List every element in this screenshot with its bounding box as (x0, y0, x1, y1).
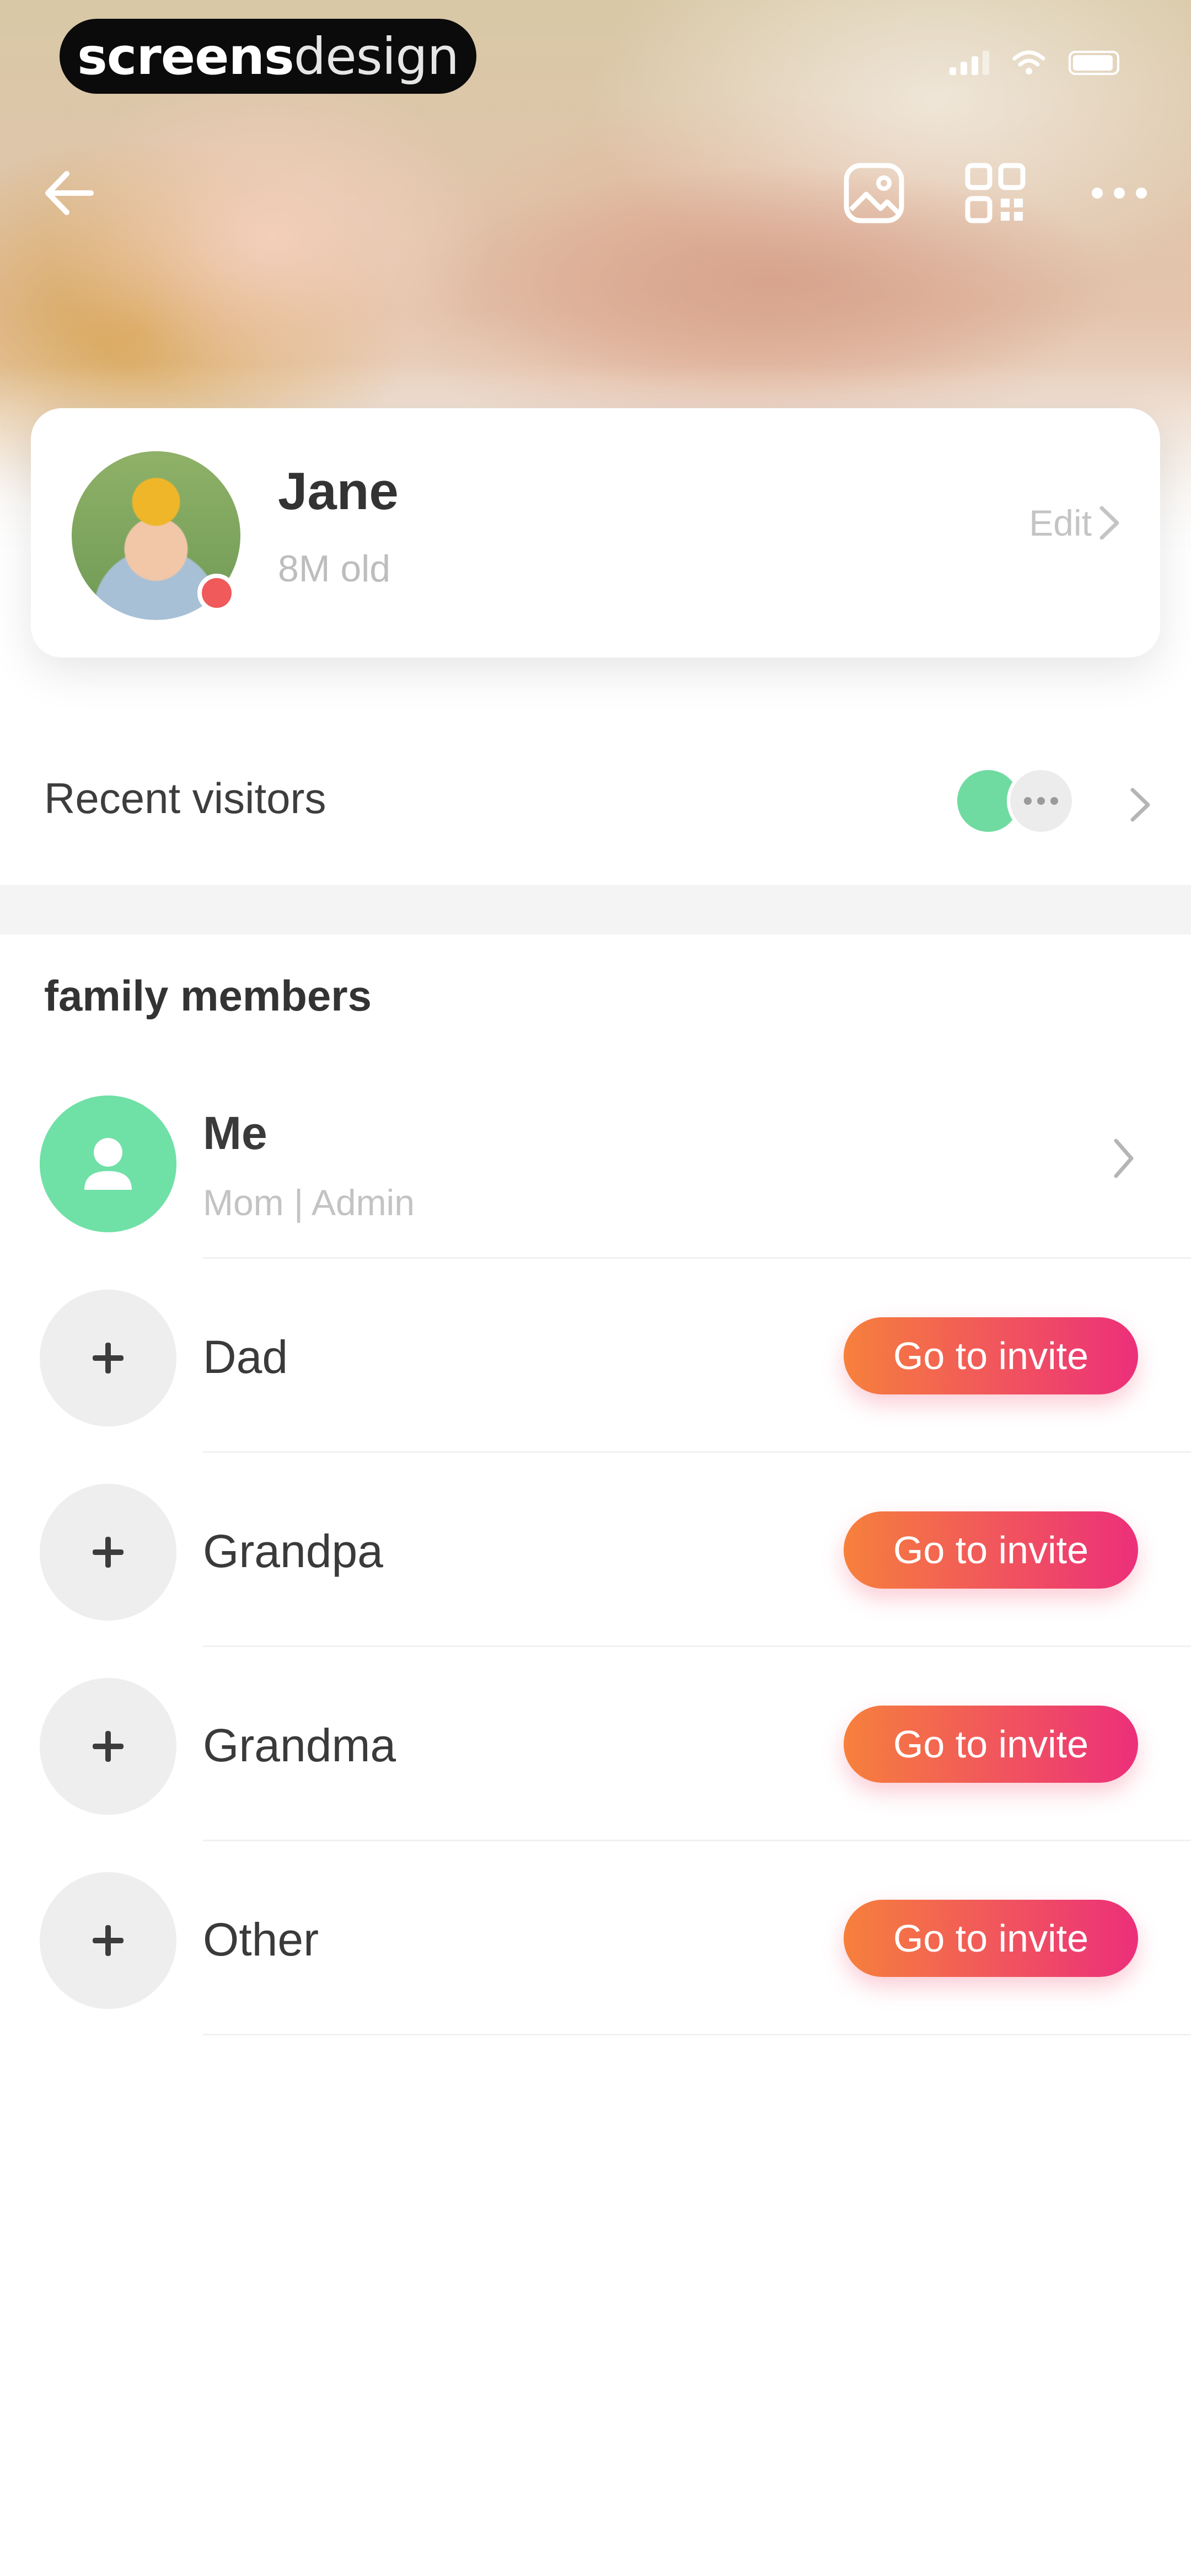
more-options-button[interactable] (1081, 154, 1158, 232)
family-member-other: Other Go to invite (0, 1841, 1191, 2035)
back-button[interactable] (30, 154, 108, 232)
member-name: Other (203, 1914, 319, 1965)
add-member-avatar[interactable] (40, 1678, 176, 1815)
recent-visitors-row[interactable]: Recent visitors (0, 739, 1191, 861)
recent-visitors-label: Recent visitors (44, 774, 326, 822)
family-member-me[interactable]: Me Mom | Admin (0, 1065, 1191, 1259)
member-name: Me (203, 1107, 267, 1159)
member-role: Mom | Admin (203, 1182, 415, 1223)
more-visitors-icon (1007, 767, 1075, 835)
qr-code-button[interactable] (957, 154, 1034, 232)
chevron-right-icon (1099, 506, 1119, 540)
brand-light-text: design (293, 26, 459, 86)
go-to-invite-button[interactable]: Go to invite (844, 1317, 1138, 1394)
profile-name: Jane (278, 462, 399, 521)
add-member-avatar[interactable] (40, 1484, 176, 1621)
family-member-grandpa: Grandpa Go to invite (0, 1453, 1191, 1647)
section-divider (0, 885, 1191, 934)
go-to-invite-button[interactable]: Go to invite (844, 1706, 1138, 1783)
plus-icon (93, 1343, 124, 1373)
photo-icon (844, 163, 904, 223)
edit-label: Edit (1029, 503, 1092, 543)
more-dots-icon (1092, 188, 1147, 199)
back-arrow-icon (45, 171, 94, 215)
add-member-avatar[interactable] (40, 1290, 176, 1426)
avatar-badge (197, 574, 236, 612)
wifi-icon (1012, 50, 1045, 74)
visitor-avatars (954, 767, 1081, 838)
status-bar: screens design (0, 0, 1191, 110)
add-member-avatar[interactable] (40, 1872, 176, 2009)
member-avatar (40, 1095, 176, 1232)
profile-card[interactable]: Jane 8M old Edit (31, 408, 1160, 658)
brand-bold-text: screens (77, 26, 294, 86)
qr-code-icon (965, 163, 1026, 223)
cover-photo-baby-hand (44, 66, 496, 408)
member-name: Dad (203, 1331, 288, 1383)
person-icon (84, 1138, 132, 1190)
screen: screens design Jane 8M old Edit Recent v… (0, 0, 1191, 2576)
go-to-invite-button[interactable]: Go to invite (844, 1511, 1138, 1589)
brand-watermark: screens design (60, 19, 476, 94)
row-divider (203, 2034, 1191, 2035)
family-member-dad: Dad Go to invite (0, 1259, 1191, 1453)
family-member-grandma: Grandma Go to invite (0, 1647, 1191, 1841)
plus-icon (93, 1925, 124, 1956)
plus-icon (93, 1537, 124, 1568)
go-to-invite-button[interactable]: Go to invite (844, 1900, 1138, 1977)
chevron-right-icon (1130, 788, 1150, 822)
battery-icon (1069, 51, 1119, 75)
plus-icon (93, 1731, 124, 1762)
member-name: Grandpa (203, 1525, 383, 1577)
family-members-title: family members (44, 971, 372, 1020)
edit-profile-link[interactable]: Edit (1029, 502, 1122, 544)
profile-age: 8M old (278, 548, 391, 590)
member-name: Grandma (203, 1719, 396, 1771)
change-cover-button[interactable] (835, 154, 913, 232)
signal-icon (949, 50, 989, 75)
status-icons (949, 50, 1119, 75)
chevron-right-icon (1114, 1139, 1134, 1178)
